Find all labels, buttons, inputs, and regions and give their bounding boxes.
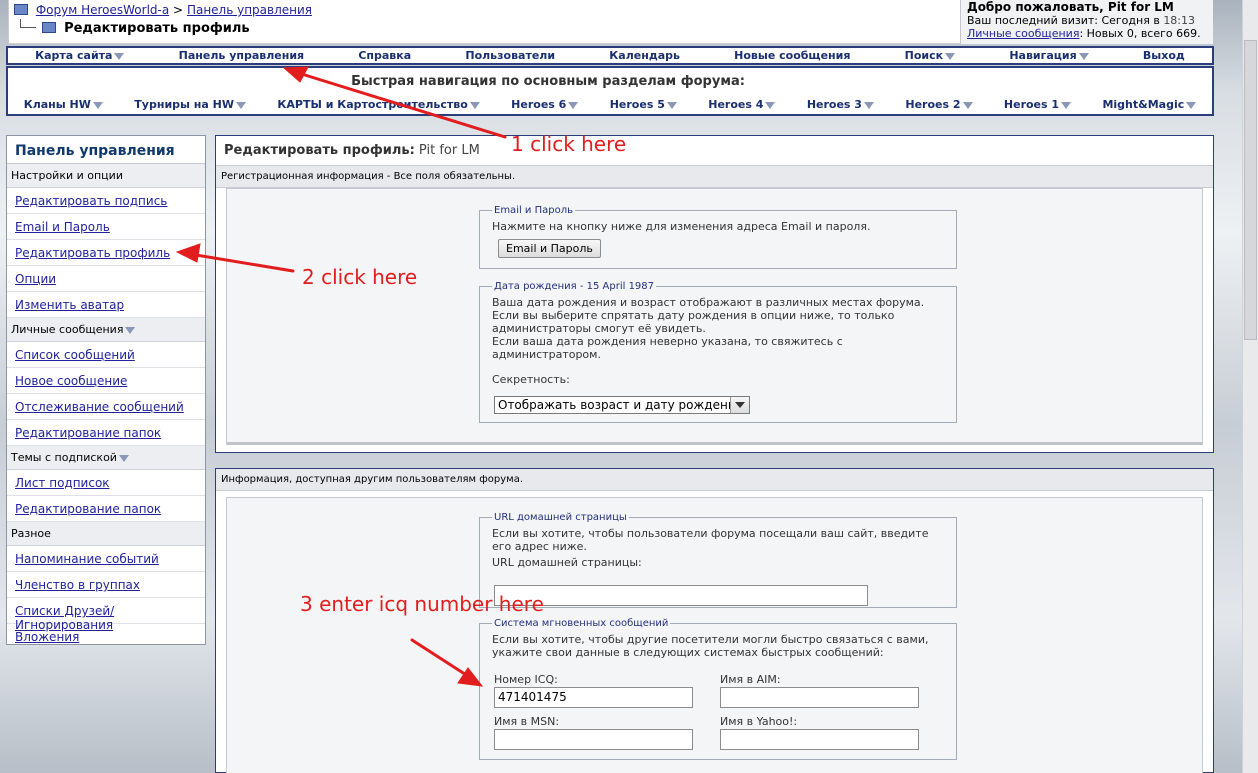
annotation-step-2: 2 click here — [302, 265, 418, 289]
arrow-1-head — [282, 66, 309, 83]
arrow-1 — [290, 69, 507, 139]
annotation-step-3: 3 enter icq number here — [300, 592, 544, 616]
annotation-step-1: 1 click here — [511, 132, 627, 156]
annotation-arrows — [175, 66, 507, 687]
arrow-2 — [182, 251, 295, 273]
arrow-2-head — [175, 243, 201, 263]
